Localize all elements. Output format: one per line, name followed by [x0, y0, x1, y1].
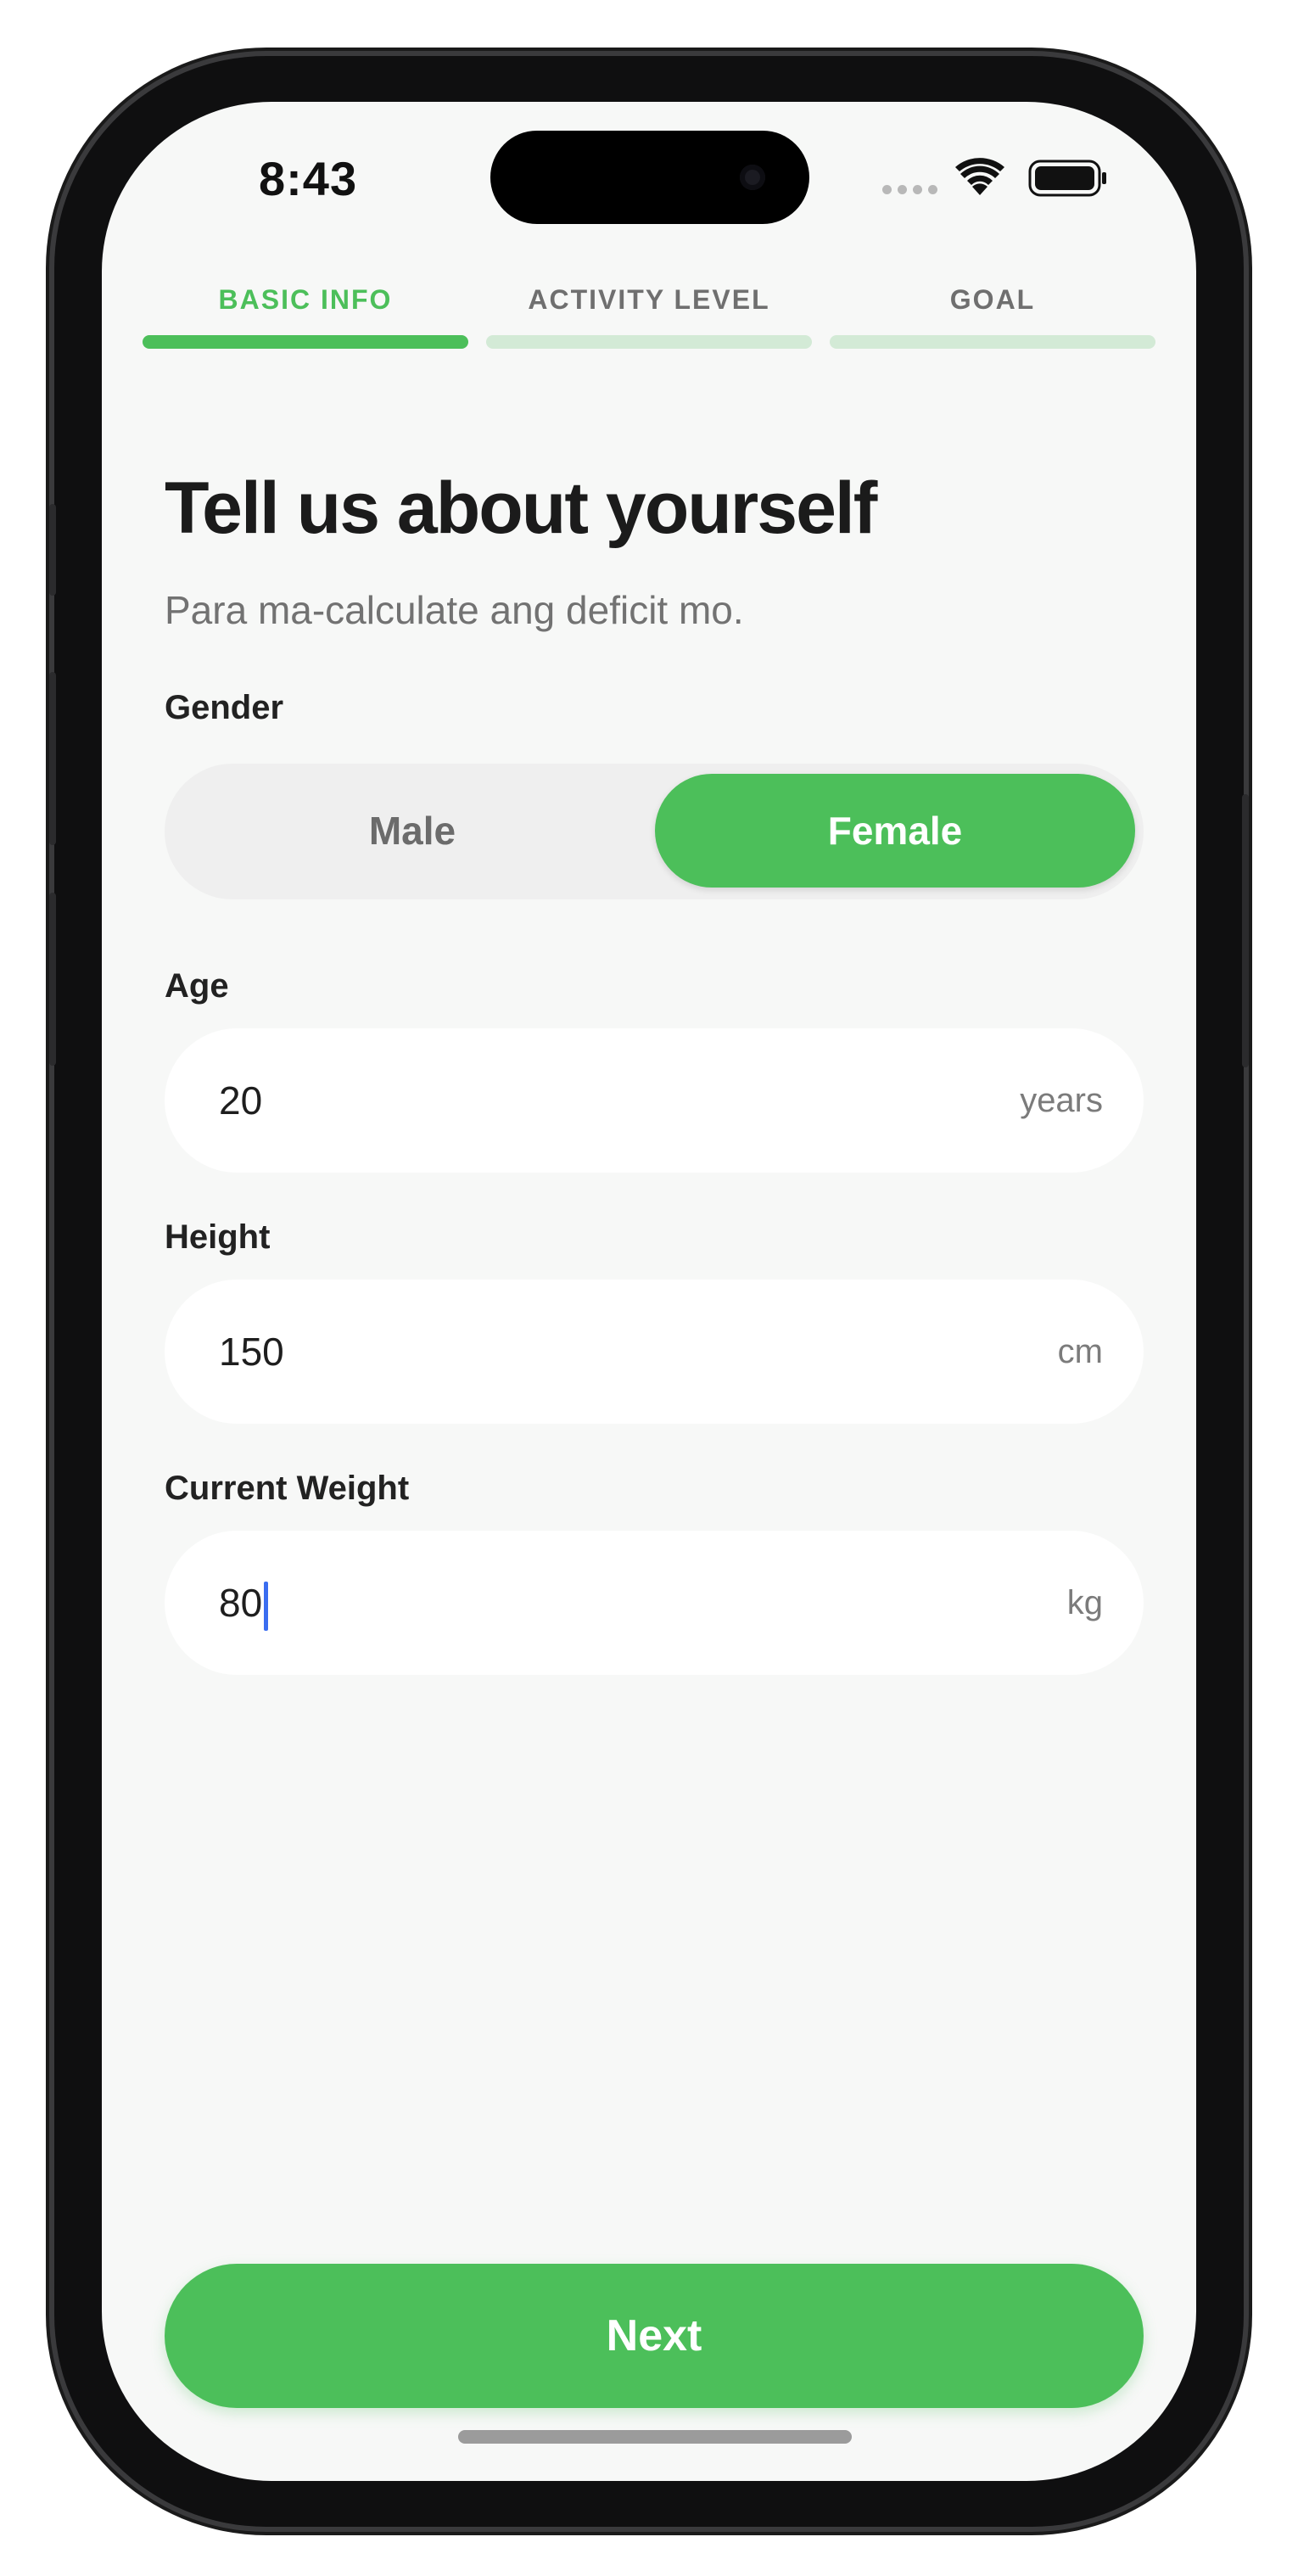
progress-bar-goal [830, 335, 1155, 349]
progress-bar-basic-info [143, 335, 468, 349]
age-value: 20 [219, 1078, 263, 1123]
page-subtitle: Para ma-calculate ang deficit mo. [165, 588, 744, 632]
cellular-signal-icon [882, 185, 937, 194]
age-label: Age [165, 967, 229, 1005]
action-button [49, 504, 56, 596]
power-button [1242, 794, 1249, 1067]
tab-activity-level[interactable]: ACTIVITY LEVEL [486, 284, 812, 316]
text-caret [264, 1581, 269, 1631]
current-weight-value: 80 [219, 1581, 263, 1625]
gender-option-male[interactable]: Male [175, 774, 650, 888]
age-unit: years [1020, 1082, 1103, 1119]
height-label: Height [165, 1218, 271, 1256]
phone-screen: 8:43 BASIC INFO ACTIVITY LEVEL GOAL Tell… [102, 102, 1196, 2481]
height-value: 150 [219, 1330, 284, 1374]
volume-up-button [49, 672, 56, 845]
next-button[interactable]: Next [165, 2264, 1144, 2408]
gender-option-female[interactable]: Female [655, 774, 1135, 888]
tab-goal[interactable]: GOAL [830, 284, 1155, 316]
gender-label: Gender [165, 689, 284, 726]
battery-icon [1028, 160, 1106, 197]
age-field[interactable]: 20 years [165, 1028, 1144, 1173]
status-time: 8:43 [259, 152, 358, 205]
dynamic-island [490, 131, 809, 224]
height-unit: cm [1057, 1333, 1103, 1370]
home-indicator[interactable] [458, 2430, 852, 2444]
progress-bar-activity-level [486, 335, 812, 349]
front-camera-icon [740, 165, 765, 190]
current-weight-label: Current Weight [165, 1470, 410, 1507]
current-weight-unit: kg [1066, 1584, 1103, 1621]
current-weight-field[interactable]: 80 kg [165, 1531, 1144, 1675]
tab-basic-info[interactable]: BASIC INFO [143, 284, 468, 316]
page-title: Tell us about yourself [165, 468, 877, 549]
volume-down-button [49, 893, 56, 1066]
wifi-icon [955, 158, 1004, 195]
height-field[interactable]: 150 cm [165, 1280, 1144, 1424]
current-weight-value-wrap: 80 [219, 1531, 269, 1675]
gender-selector: Male Female [165, 764, 1144, 899]
